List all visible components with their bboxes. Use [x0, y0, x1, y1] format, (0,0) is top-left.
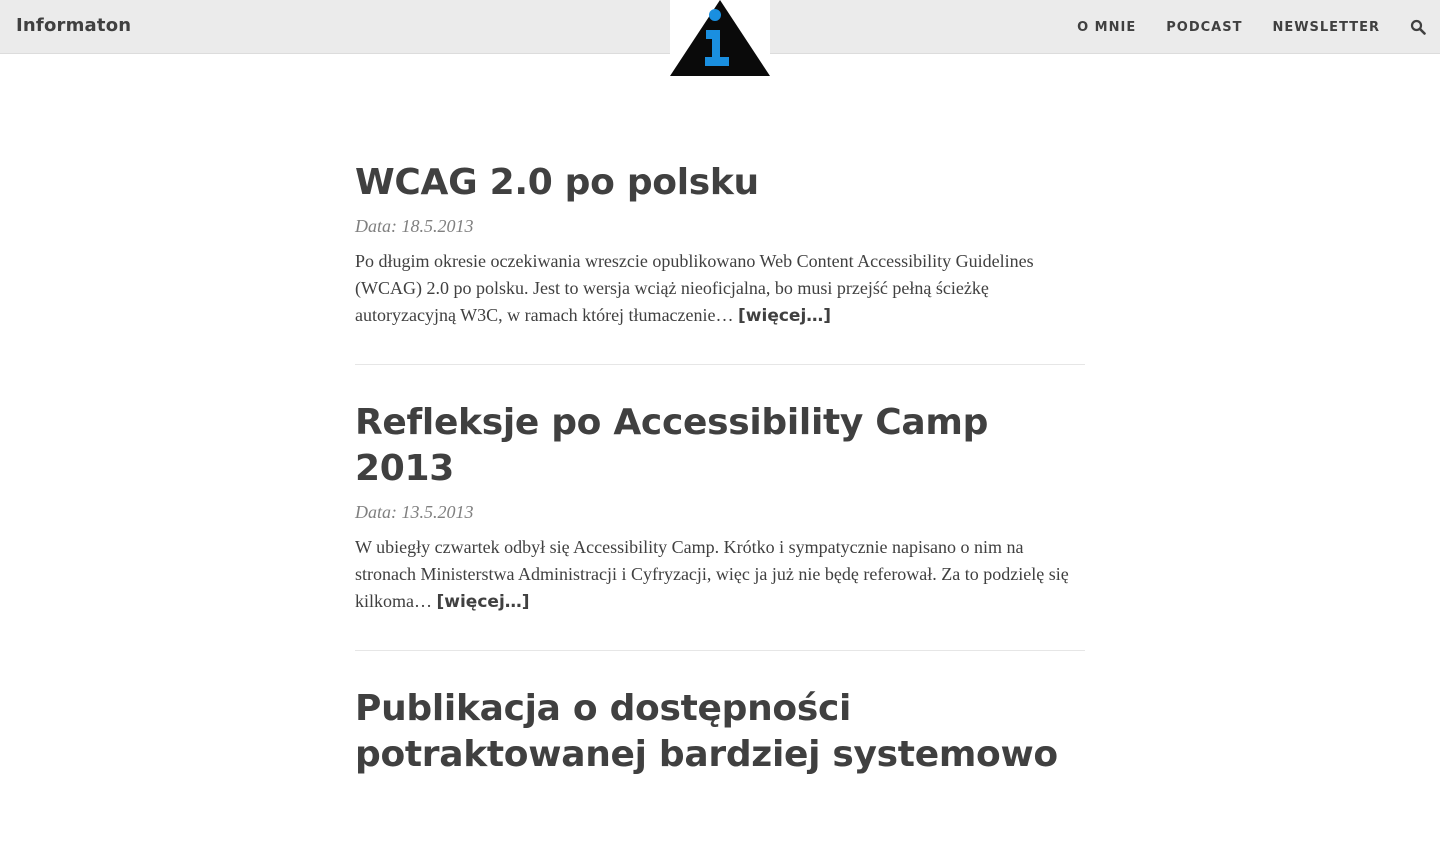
post-date: Data: 13.5.2013 [355, 502, 474, 522]
post-excerpt-text: Po długim okresie oczekiwania wreszcie o… [355, 251, 1034, 325]
search-icon[interactable] [1410, 19, 1426, 35]
post-title[interactable]: Refleksje po Accessibility Camp 2013 [355, 400, 1085, 492]
post-title[interactable]: Publikacja o dostępności potraktowanej b… [355, 686, 1085, 778]
post-title[interactable]: WCAG 2.0 po polsku [355, 160, 1085, 206]
nav-item-o-mnie[interactable]: O MNIE [1077, 20, 1136, 35]
post-excerpt: Po długim okresie oczekiwania wreszcie o… [355, 248, 1085, 330]
nav-item-podcast[interactable]: PODCAST [1166, 20, 1242, 35]
nav-item-newsletter[interactable]: NEWSLETTER [1272, 20, 1380, 35]
post-item: WCAG 2.0 po polsku Data: 18.5.2013 Po dł… [355, 160, 1085, 365]
site-brand-link[interactable]: Informaton [16, 15, 131, 36]
post-item: Refleksje po Accessibility Camp 2013 Dat… [355, 400, 1085, 651]
main-nav: O MNIE PODCAST NEWSLETTER [1047, 0, 1426, 54]
site-logo[interactable] [670, 0, 770, 78]
post-list: WCAG 2.0 po polsku Data: 18.5.2013 Po dł… [355, 160, 1085, 847]
read-more-link[interactable]: [więcej…] [437, 592, 530, 612]
post-item: Publikacja o dostępności potraktowanej b… [355, 686, 1085, 812]
post-date: Data: 18.5.2013 [355, 216, 474, 236]
post-excerpt: W ubiegły czwartek odbył się Accessibili… [355, 534, 1085, 616]
read-more-link[interactable]: [więcej…] [738, 306, 831, 326]
info-triangle-icon [670, 0, 770, 76]
